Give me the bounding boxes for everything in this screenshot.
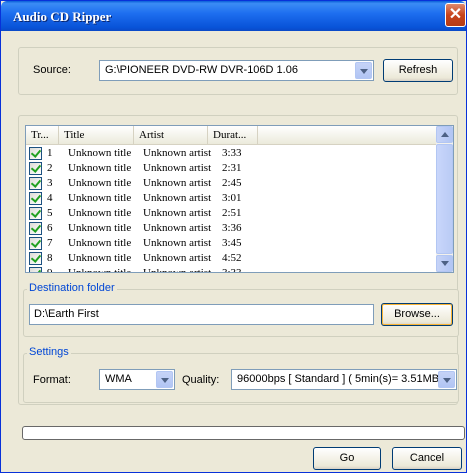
audio-cd-ripper-window: Audio CD Ripper ✕ Source: G:\PIONEER DVD… <box>0 0 467 473</box>
track-duration: 2:31 <box>222 162 242 174</box>
track-title: Unknown title <box>68 237 132 249</box>
track-number: 4 <box>47 192 53 204</box>
track-title: Unknown title <box>68 162 132 174</box>
track-duration: 2:45 <box>222 177 242 189</box>
format-label: Format: <box>33 374 71 386</box>
track-title: Unknown title <box>68 192 132 204</box>
track-row[interactable]: 8 Unknown title Unknown artist 4:52 <box>26 251 437 266</box>
column-header-duration[interactable]: Durat... <box>208 126 258 145</box>
track-number: 6 <box>47 222 53 234</box>
progress-bar <box>22 426 465 440</box>
track-duration: 4:52 <box>222 252 242 264</box>
settings-group-title: Settings <box>27 346 71 358</box>
track-checkbox[interactable] <box>29 267 42 272</box>
format-select[interactable]: WMA <box>99 369 175 390</box>
track-number: 2 <box>47 162 53 174</box>
track-artist: Unknown artist <box>143 162 212 174</box>
track-title: Unknown title <box>68 207 132 219</box>
track-duration: 3:01 <box>222 192 242 204</box>
source-label: Source: <box>33 64 71 76</box>
browse-button[interactable]: Browse... <box>381 303 453 326</box>
track-title: Unknown title <box>68 267 132 273</box>
scroll-up-icon[interactable] <box>436 126 453 143</box>
close-button[interactable]: ✕ <box>445 3 466 27</box>
track-artist: Unknown artist <box>143 147 212 159</box>
track-number: 8 <box>47 252 53 264</box>
track-row[interactable]: 9 Unknown title Unknown artist 3:33 <box>26 266 437 273</box>
refresh-button[interactable]: Refresh <box>383 59 453 82</box>
close-icon: ✕ <box>448 6 463 23</box>
track-row[interactable]: 6 Unknown title Unknown artist 3:36 <box>26 221 437 236</box>
destination-path-value: D:\Earth First <box>34 308 99 320</box>
window-title: Audio CD Ripper <box>13 9 112 24</box>
source-drive-value: G:\PIONEER DVD-RW DVR-106D 1.06 <box>105 64 298 76</box>
track-list[interactable]: Tr... Title Artist Durat... 1 Unknown tit… <box>25 125 454 273</box>
track-duration: 2:51 <box>222 207 242 219</box>
scroll-down-icon[interactable] <box>436 255 453 272</box>
track-title: Unknown title <box>68 147 132 159</box>
quality-select[interactable]: 96000bps [ Standard ] ( 5min(s)= 3.51MB) <box>231 369 457 390</box>
track-checkbox[interactable] <box>29 147 42 160</box>
format-value: WMA <box>105 373 132 385</box>
track-number: 5 <box>47 207 53 219</box>
track-artist: Unknown artist <box>143 222 212 234</box>
column-header-artist[interactable]: Artist <box>134 126 208 145</box>
track-checkbox[interactable] <box>29 252 42 265</box>
title-bar[interactable]: Audio CD Ripper ✕ <box>1 1 466 31</box>
go-button[interactable]: Go <box>313 447 381 470</box>
track-row[interactable]: 7 Unknown title Unknown artist 3:45 <box>26 236 437 251</box>
track-rows: 1 Unknown title Unknown artist 3:33 2 Unknown… <box>26 146 437 273</box>
source-drive-select[interactable]: G:\PIONEER DVD-RW DVR-106D 1.06 <box>99 60 374 81</box>
track-number: 3 <box>47 177 53 189</box>
track-title: Unknown title <box>68 222 132 234</box>
track-artist: Unknown artist <box>143 177 212 189</box>
destination-path-field[interactable]: D:\Earth First <box>29 304 374 325</box>
column-header-title[interactable]: Title <box>59 126 134 145</box>
track-title: Unknown title <box>68 177 132 189</box>
cancel-button[interactable]: Cancel <box>392 447 462 470</box>
track-duration: 3:33 <box>222 147 242 159</box>
track-checkbox[interactable] <box>29 177 42 190</box>
track-number: 7 <box>47 237 53 249</box>
track-checkbox[interactable] <box>29 192 42 205</box>
chevron-down-icon[interactable] <box>156 371 173 388</box>
track-list-scrollbar[interactable] <box>436 126 453 272</box>
scrollbar-thumb[interactable] <box>436 144 453 254</box>
track-checkbox[interactable] <box>29 162 42 175</box>
chevron-down-icon[interactable] <box>438 371 455 388</box>
track-list-header: Tr... Title Artist Durat... <box>26 126 437 145</box>
destination-group-title: Destination folder <box>27 282 117 294</box>
track-checkbox[interactable] <box>29 222 42 235</box>
track-row[interactable]: 5 Unknown title Unknown artist 2:51 <box>26 206 437 221</box>
quality-label: Quality: <box>182 374 220 386</box>
chevron-down-icon[interactable] <box>355 62 372 79</box>
track-number: 1 <box>47 147 53 159</box>
track-artist: Unknown artist <box>143 237 212 249</box>
track-artist: Unknown artist <box>143 267 212 273</box>
track-duration: 3:36 <box>222 222 242 234</box>
track-row[interactable]: 3 Unknown title Unknown artist 2:45 <box>26 176 437 191</box>
track-title: Unknown title <box>68 252 132 264</box>
track-duration: 3:33 <box>222 267 242 273</box>
track-checkbox[interactable] <box>29 237 42 250</box>
track-duration: 3:45 <box>222 237 242 249</box>
column-header-track[interactable]: Tr... <box>26 126 59 145</box>
track-checkbox[interactable] <box>29 207 42 220</box>
track-artist: Unknown artist <box>143 252 212 264</box>
track-artist: Unknown artist <box>143 192 212 204</box>
track-row[interactable]: 4 Unknown title Unknown artist 3:01 <box>26 191 437 206</box>
track-row[interactable]: 2 Unknown title Unknown artist 2:31 <box>26 161 437 176</box>
track-row[interactable]: 1 Unknown title Unknown artist 3:33 <box>26 146 437 161</box>
quality-value: 96000bps [ Standard ] ( 5min(s)= 3.51MB) <box>237 373 443 385</box>
track-artist: Unknown artist <box>143 207 212 219</box>
track-number: 9 <box>47 267 53 273</box>
